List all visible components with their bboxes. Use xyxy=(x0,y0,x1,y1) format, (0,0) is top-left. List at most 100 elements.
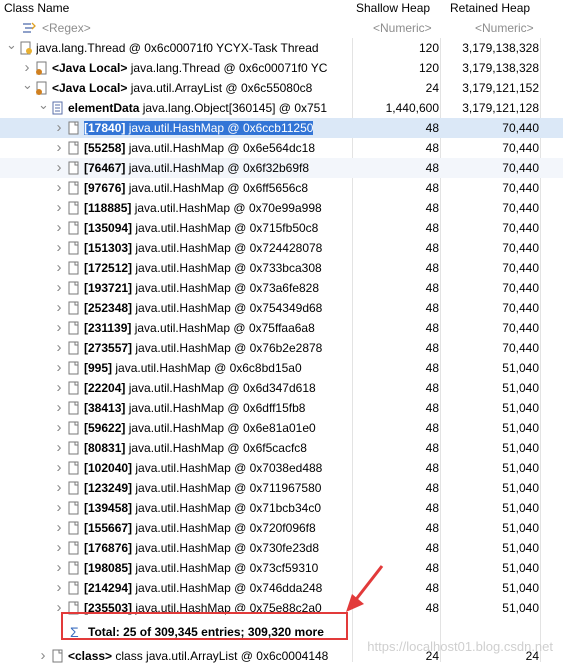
row-index: [273557] xyxy=(84,341,133,355)
chevron-right-icon[interactable]: › xyxy=(54,518,64,538)
hashmap-entry-row[interactable]: › [155667] java.util.HashMap @ 0x720f096f… xyxy=(0,518,563,538)
chevron-down-icon[interactable]: ⌄ xyxy=(22,78,33,98)
file-icon xyxy=(67,261,79,275)
chevron-right-icon[interactable]: › xyxy=(38,646,48,666)
retained-heap-value: 70,440 xyxy=(502,221,539,235)
chevron-right-icon[interactable]: › xyxy=(54,418,64,438)
row-object: java.util.HashMap @ 0x724428078 xyxy=(132,241,323,255)
hashmap-entry-row[interactable]: › [118885] java.util.HashMap @ 0x70e99a99… xyxy=(0,198,563,218)
row-index: [155667] xyxy=(84,521,133,535)
chevron-right-icon[interactable]: › xyxy=(54,398,64,418)
chevron-right-icon[interactable]: › xyxy=(54,158,64,178)
hashmap-entry-row[interactable]: › [97676] java.util.HashMap @ 0x6ff5656c8… xyxy=(0,178,563,198)
file-icon xyxy=(67,181,79,195)
chevron-right-icon[interactable]: › xyxy=(54,118,64,138)
chevron-right-icon[interactable]: › xyxy=(54,278,64,298)
hashmap-entry-row[interactable]: › [995] java.util.HashMap @ 0x6c8bd15a0 48… xyxy=(0,358,563,378)
hashmap-entry-row[interactable]: › [123249] java.util.HashMap @ 0x71196758… xyxy=(0,478,563,498)
tree-node-java-local-thread[interactable]: › <Java Local> java.lang.Thread @ 0x6c000… xyxy=(0,58,563,78)
hashmap-entry-row[interactable]: › [102040] java.util.HashMap @ 0x7038ed48… xyxy=(0,458,563,478)
hashmap-entry-row[interactable]: › [59622] java.util.HashMap @ 0x6e81a01e0… xyxy=(0,418,563,438)
hashmap-entry-row[interactable]: › [38413] java.util.HashMap @ 0x6dff15fb8… xyxy=(0,398,563,418)
chevron-right-icon[interactable]: › xyxy=(54,218,64,238)
column-header-shallow-heap[interactable]: Shallow Heap xyxy=(356,0,430,18)
hashmap-entry-row[interactable]: › [22204] java.util.HashMap @ 0x6d347d618… xyxy=(0,378,563,398)
chevron-right-icon[interactable]: › xyxy=(54,378,64,398)
row-object: java.util.HashMap @ 0x6c8bd15a0 xyxy=(112,361,302,375)
row-label: [22204] java.util.HashMap @ 0x6d347d618 xyxy=(84,378,316,398)
shallow-heap-value: 48 xyxy=(425,541,439,555)
chevron-right-icon[interactable]: › xyxy=(54,318,64,338)
row-object: java.util.HashMap @ 0x733bca308 xyxy=(132,261,322,275)
hashmap-entry-row[interactable]: › [231139] java.util.HashMap @ 0x75ffaa6a… xyxy=(0,318,563,338)
row-index: [172512] xyxy=(84,261,133,275)
retained-heap-value: 3,179,138,328 xyxy=(462,61,539,75)
tree-node-element-data[interactable]: ⌄ elementData java.lang.Object[360145] @ … xyxy=(0,98,563,118)
hashmap-entry-row[interactable]: › [198085] java.util.HashMap @ 0x73cf5931… xyxy=(0,558,563,578)
chevron-right-icon[interactable]: › xyxy=(54,198,64,218)
row-index: [123249] xyxy=(84,481,133,495)
hashmap-entry-row[interactable]: › [151303] java.util.HashMap @ 0x72442807… xyxy=(0,238,563,258)
hashmap-entry-row[interactable]: › [17840] java.util.HashMap @ 0x6ccb11250… xyxy=(0,118,563,138)
hashmap-entry-row[interactable]: › [273557] java.util.HashMap @ 0x76b2e287… xyxy=(0,338,563,358)
shallow-heap-value: 48 xyxy=(425,121,439,135)
hashmap-entry-row[interactable]: › [176876] java.util.HashMap @ 0x730fe23d… xyxy=(0,538,563,558)
chevron-right-icon[interactable]: › xyxy=(54,338,64,358)
hashmap-entry-row[interactable]: › [214294] java.util.HashMap @ 0x746dda24… xyxy=(0,578,563,598)
chevron-down-icon[interactable]: ⌄ xyxy=(6,38,17,58)
row-label: [102040] java.util.HashMap @ 0x7038ed488 xyxy=(84,458,322,478)
local-icon xyxy=(35,81,47,95)
retained-heap-value: 70,440 xyxy=(502,261,539,275)
retained-heap-value: 70,440 xyxy=(502,121,539,135)
chevron-right-icon[interactable]: › xyxy=(54,178,64,198)
retained-heap-value: 3,179,121,128 xyxy=(462,101,539,115)
row-index: [118885] xyxy=(84,201,132,215)
row-index: [55258] xyxy=(84,141,126,155)
hashmap-entry-row[interactable]: › [193721] java.util.HashMap @ 0x73a6fe82… xyxy=(0,278,563,298)
chevron-right-icon[interactable]: › xyxy=(54,458,64,478)
row-index: <Java Local> xyxy=(52,81,128,95)
chevron-right-icon[interactable]: › xyxy=(54,238,64,258)
chevron-right-icon[interactable]: › xyxy=(54,578,64,598)
chevron-right-icon[interactable]: › xyxy=(22,58,32,78)
tree-node-thread[interactable]: ⌄ java.lang.Thread @ 0x6c00071f0 YCYX-Tas… xyxy=(0,38,563,58)
file-icon xyxy=(67,141,79,155)
row-index: [38413] xyxy=(84,401,126,415)
row-label: [172512] java.util.HashMap @ 0x733bca308 xyxy=(84,258,322,278)
chevron-right-icon[interactable]: › xyxy=(54,438,64,458)
tree-node-java-local-arraylist[interactable]: ⌄ <Java Local> java.util.ArrayList @ 0x6c… xyxy=(0,78,563,98)
hashmap-entry-row[interactable]: › [135094] java.util.HashMap @ 0x715fb50c… xyxy=(0,218,563,238)
row-index: [135094] xyxy=(84,221,133,235)
class-name-filter-input[interactable]: <Regex> xyxy=(42,18,91,38)
row-object: java.util.HashMap @ 0x75ffaa6a8 xyxy=(131,321,315,335)
chevron-right-icon[interactable]: › xyxy=(54,298,64,318)
chevron-right-icon[interactable]: › xyxy=(54,138,64,158)
column-header-retained-heap[interactable]: Retained Heap xyxy=(450,0,530,18)
hashmap-entry-row[interactable]: › [172512] java.util.HashMap @ 0x733bca30… xyxy=(0,258,563,278)
row-label: [17840] java.util.HashMap @ 0x6ccb11250 xyxy=(84,118,314,138)
hashmap-entry-row[interactable]: › [55258] java.util.HashMap @ 0x6e564dc18… xyxy=(0,138,563,158)
chevron-right-icon[interactable]: › xyxy=(54,478,64,498)
chevron-right-icon[interactable]: › xyxy=(54,258,64,278)
filter-row: <Regex> <Numeric> <Numeric> xyxy=(0,18,563,38)
thread-icon xyxy=(19,41,32,55)
hashmap-entry-row[interactable]: › [80831] java.util.HashMap @ 0x6f5cacfc8… xyxy=(0,438,563,458)
chevron-down-icon[interactable]: ⌄ xyxy=(38,98,49,118)
hashmap-entry-row[interactable]: › [252348] java.util.HashMap @ 0x754349d6… xyxy=(0,298,563,318)
chevron-right-icon[interactable]: › xyxy=(54,358,64,378)
file-icon xyxy=(67,241,79,255)
chevron-right-icon[interactable]: › xyxy=(54,498,64,518)
row-index: [995] xyxy=(84,361,113,375)
hashmap-entry-row[interactable]: › [76467] java.util.HashMap @ 0x6f32b69f8… xyxy=(0,158,563,178)
hashmap-entry-row[interactable]: › [139458] java.util.HashMap @ 0x71bcb34c… xyxy=(0,498,563,518)
chevron-right-icon[interactable]: › xyxy=(54,558,64,578)
retained-heap-filter-input[interactable]: <Numeric> xyxy=(475,18,534,38)
column-header-class-name[interactable]: Class Name xyxy=(4,0,69,18)
shallow-heap-filter-input[interactable]: <Numeric> xyxy=(373,18,432,38)
chevron-right-icon[interactable]: › xyxy=(54,538,64,558)
file-icon xyxy=(67,581,79,595)
row-label: [139458] java.util.HashMap @ 0x71bcb34c0 xyxy=(84,498,321,518)
row-object: java.util.HashMap @ 0x73a6fe828 xyxy=(132,281,320,295)
row-object: java.util.HashMap @ 0x720f096f8 xyxy=(132,521,316,535)
shallow-heap-value: 48 xyxy=(425,141,439,155)
